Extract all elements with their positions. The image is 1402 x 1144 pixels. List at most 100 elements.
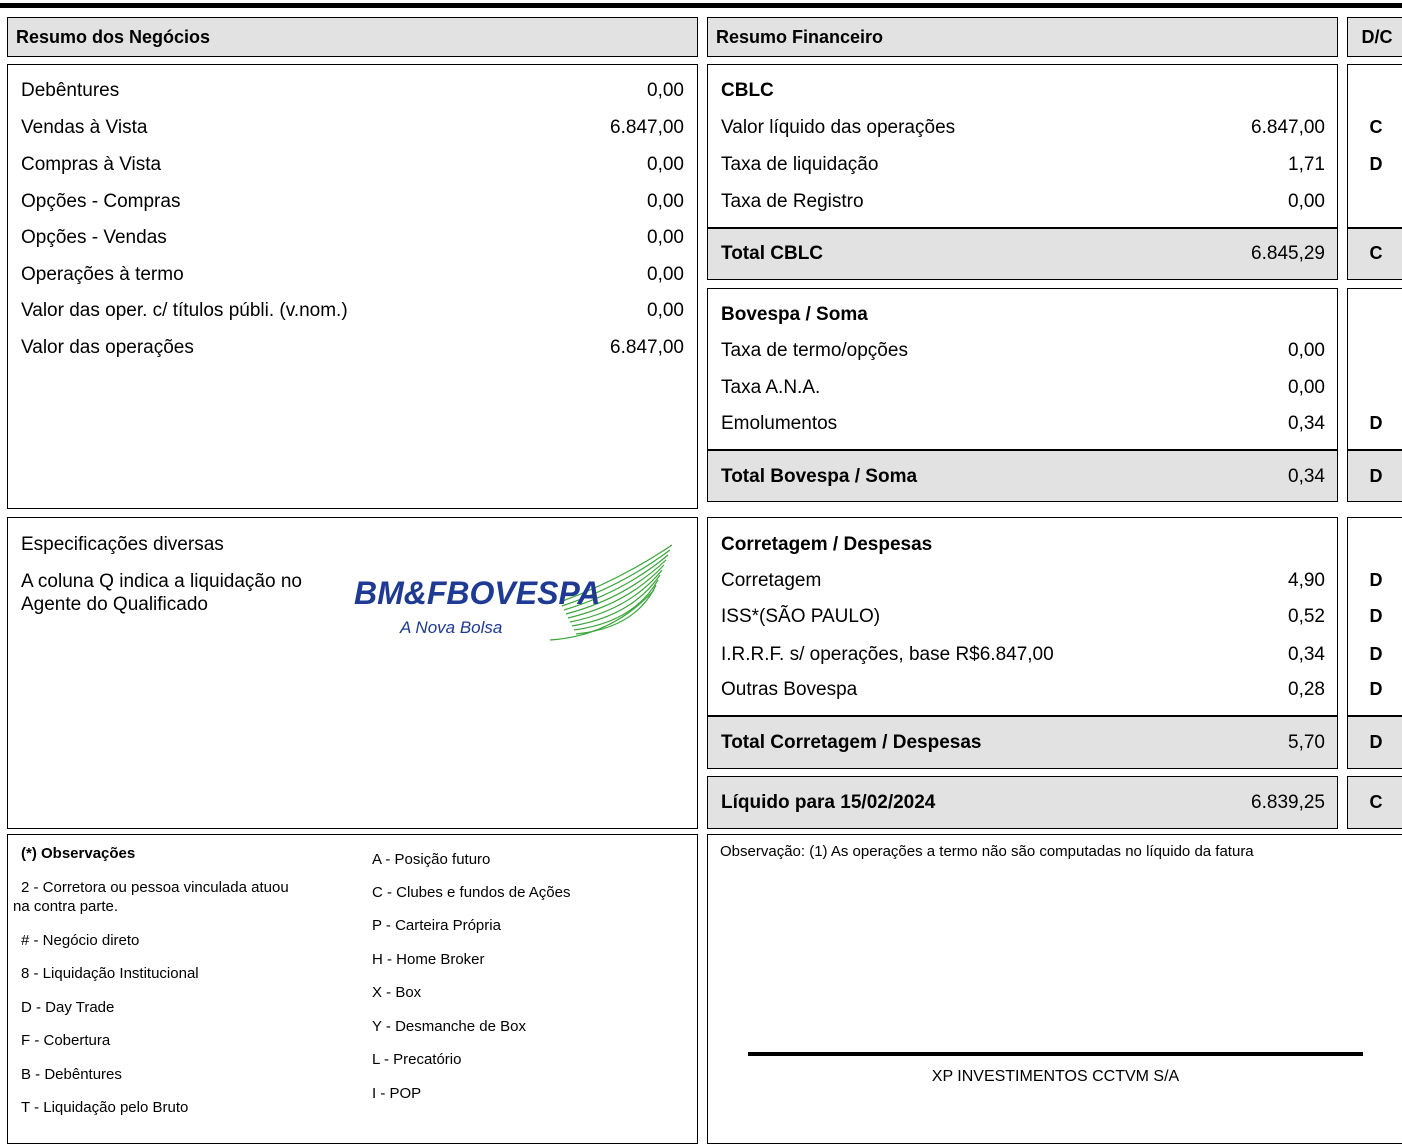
corretagem-title: Corretagem / Despesas bbox=[721, 534, 933, 555]
observacao-item: H - Home Broker bbox=[372, 951, 485, 968]
cblc-row: Valor líquido das operações 6.847,00 bbox=[721, 117, 1325, 139]
observacao-item: A - Posição futuro bbox=[372, 851, 491, 868]
negocios-value: 0,00 bbox=[647, 154, 684, 175]
cblc-total: Total CBLC 6.845,29 bbox=[721, 243, 1325, 265]
bovespa-row-dc: D bbox=[1369, 413, 1383, 433]
cblc-row-label: Valor líquido das operações bbox=[721, 117, 956, 138]
observacao-item: # - Negócio direto bbox=[21, 932, 140, 949]
negocios-label: Opções - Vendas bbox=[21, 227, 167, 248]
dc-title: D/C bbox=[1361, 26, 1393, 47]
resumo-negocios-header: Resumo dos Negócios bbox=[7, 17, 698, 57]
bovespa-total-value: 0,34 bbox=[1288, 466, 1325, 487]
especificacoes-title: Especificações diversas bbox=[21, 534, 224, 555]
bovespa-total: Total Bovespa / Soma 0,34 bbox=[721, 466, 1325, 488]
liquido-label: Líquido para 15/02/2024 bbox=[721, 792, 936, 813]
negocios-value: 0,00 bbox=[647, 227, 684, 248]
liquido-value: 6.839,25 bbox=[1251, 792, 1325, 813]
negocios-label: Valor das operações bbox=[21, 337, 194, 358]
observacao-item: Y - Desmanche de Box bbox=[372, 1018, 526, 1035]
liquido-dc: C bbox=[1369, 792, 1383, 812]
observacao-item: 2 - Corretora ou pessoa vinculada atuou bbox=[21, 879, 289, 896]
negocios-label: Valor das oper. c/ títulos públi. (v.nom… bbox=[21, 300, 348, 321]
cblc-total-label: Total CBLC bbox=[721, 243, 824, 264]
negocios-label: Vendas à Vista bbox=[21, 117, 148, 138]
cblc-row: Taxa de liquidação 1,71 bbox=[721, 154, 1325, 176]
corretagem-row-label: Outras Bovespa bbox=[721, 679, 858, 700]
cblc-total-dc: C bbox=[1369, 243, 1383, 263]
corretagem-row: Corretagem 4,90 bbox=[721, 570, 1325, 592]
observacao-item: C - Clubes e fundos de Ações bbox=[372, 884, 571, 901]
negocios-row: Valor das operações 6.847,00 bbox=[21, 337, 684, 359]
negocios-value: 0,00 bbox=[647, 300, 684, 321]
negocios-row: Opções - Vendas 0,00 bbox=[21, 227, 684, 249]
negocios-label: Opções - Compras bbox=[21, 191, 181, 212]
corretagem-total-value: 5,70 bbox=[1288, 732, 1325, 753]
corretagem-row-dc: D bbox=[1369, 606, 1383, 626]
corretagem-row-value: 4,90 bbox=[1288, 570, 1325, 591]
corretagem-row-value: 0,34 bbox=[1288, 644, 1325, 665]
observacao-item: I - POP bbox=[372, 1085, 422, 1102]
cblc-row-label: Taxa de liquidação bbox=[721, 154, 879, 175]
observacao-financeiro-text: Observação: (1) As operações a termo não… bbox=[720, 843, 1254, 860]
corretagem-row-dc: D bbox=[1369, 570, 1383, 590]
cblc-row-value: 6.847,00 bbox=[1251, 117, 1325, 138]
corretagem-row-value: 0,28 bbox=[1288, 679, 1325, 700]
observacao-item: X - Box bbox=[372, 984, 422, 1001]
negocios-label: Compras à Vista bbox=[21, 154, 162, 175]
negocios-value: 0,00 bbox=[647, 80, 684, 101]
cblc-dc-box bbox=[1347, 64, 1402, 228]
logo-brand: BM&FBOVESPA bbox=[354, 575, 601, 611]
resumo-negocios-title: Resumo dos Negócios bbox=[16, 26, 211, 47]
bovespa-row-label: Taxa de termo/opções bbox=[721, 340, 908, 361]
liquido: Líquido para 15/02/2024 6.839,25 bbox=[721, 792, 1325, 814]
cblc-row-dc: D bbox=[1369, 154, 1383, 174]
corretagem-row-value: 0,52 bbox=[1288, 606, 1325, 627]
bovespa-row-value: 0,00 bbox=[1288, 340, 1325, 361]
observacao-financeiro-box bbox=[707, 834, 1402, 1144]
dc-header: D/C bbox=[1347, 17, 1402, 57]
observacao-item: D - Day Trade bbox=[21, 999, 115, 1016]
corretagem-row-label: Corretagem bbox=[721, 570, 822, 591]
negocios-label: Operações à termo bbox=[21, 264, 184, 285]
negocios-label: Debêntures bbox=[21, 80, 120, 101]
bovespa-row: Taxa de termo/opções 0,00 bbox=[721, 340, 1325, 362]
corretagem-total: Total Corretagem / Despesas 5,70 bbox=[721, 732, 1325, 754]
observacao-item: P - Carteira Própria bbox=[372, 917, 501, 934]
bovespa-total-label: Total Bovespa / Soma bbox=[721, 466, 918, 487]
corretagem-row: Outras Bovespa 0,28 bbox=[721, 679, 1325, 701]
especificacoes-line1: A coluna Q indica a liquidação no bbox=[21, 571, 302, 592]
especificacoes-line2: Agente do Qualificado bbox=[21, 594, 208, 615]
negocios-value: 0,00 bbox=[647, 264, 684, 285]
cblc-row: Taxa de Registro 0,00 bbox=[721, 191, 1325, 213]
bovespa-title: Bovespa / Soma bbox=[721, 304, 868, 325]
observacao-item: L - Precatório bbox=[372, 1051, 462, 1068]
bmfbovespa-logo: BM&FBOVESPA A Nova Bolsa bbox=[350, 540, 673, 648]
negocios-row: Opções - Compras 0,00 bbox=[21, 191, 684, 213]
observacoes-title: (*) Observações bbox=[21, 845, 136, 862]
bovespa-row-label: Emolumentos bbox=[721, 413, 838, 434]
negocios-row: Operações à termo 0,00 bbox=[21, 264, 684, 286]
corretagem-row: ISS*(SÃO PAULO) 0,52 bbox=[721, 606, 1325, 628]
observacao-item: B - Debêntures bbox=[21, 1066, 122, 1083]
negocios-value: 6.847,00 bbox=[610, 337, 684, 358]
bovespa-row-value: 0,34 bbox=[1288, 413, 1325, 434]
top-rule bbox=[0, 3, 1402, 8]
cblc-row-label: Taxa de Registro bbox=[721, 191, 864, 212]
cblc-row-dc: C bbox=[1369, 117, 1383, 137]
observacao-item: T - Liquidação pelo Bruto bbox=[21, 1099, 189, 1116]
negocios-value: 0,00 bbox=[647, 191, 684, 212]
bovespa-row-value: 0,00 bbox=[1288, 377, 1325, 398]
negocios-row: Vendas à Vista 6.847,00 bbox=[21, 117, 684, 139]
bovespa-total-dc: D bbox=[1369, 466, 1383, 486]
logo-tagline: A Nova Bolsa bbox=[399, 618, 502, 637]
negocios-value: 6.847,00 bbox=[610, 117, 684, 138]
corretagem-total-label: Total Corretagem / Despesas bbox=[721, 732, 982, 753]
corretagem-row: I.R.R.F. s/ operações, base R$6.847,00 0,… bbox=[721, 644, 1325, 666]
cblc-title: CBLC bbox=[721, 80, 774, 101]
resumo-financeiro-title: Resumo Financeiro bbox=[716, 26, 884, 47]
corretagem-row-dc: D bbox=[1369, 679, 1383, 699]
bovespa-row-label: Taxa A.N.A. bbox=[721, 377, 821, 398]
corretagem-total-dc: D bbox=[1369, 732, 1383, 752]
bovespa-row: Taxa A.N.A. 0,00 bbox=[721, 377, 1325, 399]
bmfbovespa-logo-icon: BM&FBOVESPA A Nova Bolsa bbox=[354, 544, 673, 641]
